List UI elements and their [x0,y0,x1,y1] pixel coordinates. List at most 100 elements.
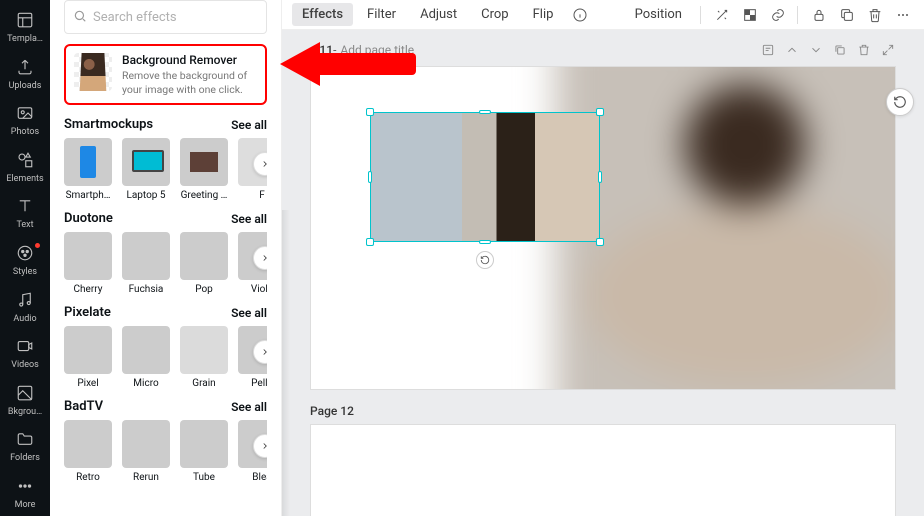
tile-tube[interactable]: Tube [180,420,228,483]
tile-greeting[interactable]: Greeting … [180,138,228,201]
divider [797,6,798,24]
rail-audio[interactable]: Audio [0,283,50,330]
rail-background[interactable]: Bkgrou… [0,376,50,423]
search-input[interactable] [93,10,259,25]
tile-micro[interactable]: Micro [122,326,170,389]
video-icon [15,336,35,356]
notes-icon[interactable] [760,42,776,58]
wand-icon[interactable] [711,4,733,26]
duplicate-icon[interactable] [836,4,858,26]
blurred-background-image [555,66,896,390]
tile-fuchsia[interactable]: Fuchsia [122,232,170,295]
notification-dot [35,243,40,248]
rail-styles[interactable]: Styles [0,237,50,284]
see-all-link[interactable]: See all [231,118,267,132]
tile-pop[interactable]: Pop [180,232,228,295]
tile-laptop[interactable]: Laptop 5 [122,138,170,201]
chevron-up-icon[interactable] [784,42,800,58]
rail-videos[interactable]: Videos [0,330,50,377]
tile-rerun[interactable]: Rerun [122,420,170,483]
tab-crop[interactable]: Crop [471,3,518,26]
search-effects[interactable] [64,0,267,34]
tile-retro[interactable]: Retro [64,420,112,483]
rail-label: Bkgrou… [8,407,42,417]
lock-icon[interactable] [808,4,830,26]
reset-zoom-button[interactable] [886,88,914,116]
resize-handle-top[interactable] [479,110,491,114]
resize-handle-right[interactable] [598,171,602,183]
section-duotone: Duotone See all Cherry Fuchsia Pop Viole [64,211,267,295]
search-icon [73,8,87,27]
rail-label: Styles [13,267,37,277]
duplicate-page-icon[interactable] [832,42,848,58]
tile-smartphone[interactable]: Smartph… [64,138,112,201]
more-icon[interactable] [892,4,914,26]
rail-label: More [15,500,36,510]
rail-label: Videos [11,360,39,370]
bg-remover-thumb [74,53,112,91]
rail-more[interactable]: More [0,469,50,516]
tab-adjust[interactable]: Adjust [410,3,467,26]
rail-label: Uploads [9,81,42,91]
tab-filter[interactable]: Filter [357,3,406,26]
tile-label: Tube [180,472,228,483]
audio-icon [15,290,35,310]
link-icon[interactable] [767,4,789,26]
background-icon [15,383,35,403]
background-remover-card[interactable]: Background Remover Remove the background… [64,44,267,105]
tile-label: Laptop 5 [122,190,170,201]
position-button[interactable]: Position [625,3,692,26]
rail-photos[interactable]: Photos [0,97,50,144]
resize-handle-bl[interactable] [366,238,374,246]
resize-handle-tl[interactable] [366,108,374,116]
page-title-input[interactable]: Add page title [340,43,414,57]
tile-cherry[interactable]: Cherry [64,232,112,295]
rail-templates[interactable]: Templa… [0,4,50,51]
delete-page-icon[interactable] [856,42,872,58]
tile-pixel[interactable]: Pixel [64,326,112,389]
resize-handle-left[interactable] [368,171,372,183]
section-title: BadTV [64,399,103,414]
elements-icon [15,150,35,170]
resize-handle-br[interactable] [596,238,604,246]
tile-label: Micro [122,378,170,389]
page-11[interactable] [310,66,896,390]
resize-handle-bottom[interactable] [479,240,491,244]
section-title: Pixelate [64,305,111,320]
page-sep: - [333,43,336,57]
tile-grain[interactable]: Grain [180,326,228,389]
tab-flip[interactable]: Flip [523,3,564,26]
tab-effects[interactable]: Effects [292,3,353,26]
tile-label: Rerun [122,472,170,483]
canvas-viewport[interactable]: e 11 - Add page title [282,30,924,516]
transparency-icon[interactable] [739,4,761,26]
rail-folders[interactable]: Folders [0,423,50,470]
see-all-link[interactable]: See all [231,212,267,226]
tile-label: Cherry [64,284,112,295]
page-12[interactable] [310,424,896,516]
see-all-link[interactable]: See all [231,306,267,320]
rail-elements[interactable]: Elements [0,144,50,191]
rail-uploads[interactable]: Uploads [0,51,50,98]
tile-label: Fuchsia [122,284,170,295]
section-title: Duotone [64,211,113,226]
tile-label: Viole [238,284,267,295]
see-all-link[interactable]: See all [231,400,267,414]
rail-label: Folders [10,453,40,463]
expand-page-icon[interactable] [880,42,896,58]
tile-label: Retro [64,472,112,483]
rail-label: Audio [13,314,36,324]
chevron-down-icon[interactable] [808,42,824,58]
upload-icon [15,57,35,77]
trash-icon[interactable] [864,4,886,26]
rail-text[interactable]: Text [0,190,50,237]
tile-label: Blea [238,472,267,483]
tile-label: Pixel [64,378,112,389]
image-content [371,113,599,241]
rotate-handle[interactable] [476,251,494,269]
info-icon[interactable] [569,4,591,26]
resize-handle-tr[interactable] [596,108,604,116]
effects-panel: Background Remover Remove the background… [50,0,282,516]
context-toolbar: Effects Filter Adjust Crop Flip Position [282,0,924,30]
selected-image[interactable] [371,113,599,241]
